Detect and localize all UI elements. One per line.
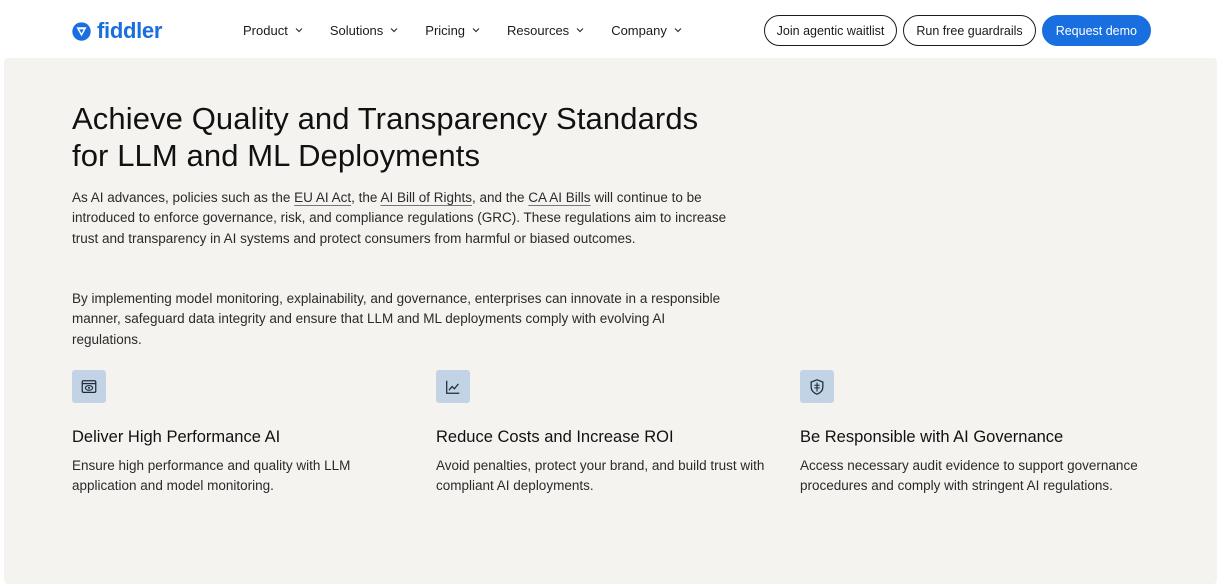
feature-description: Ensure high performance and quality with… xyxy=(72,458,351,494)
nav-company[interactable]: Company xyxy=(611,23,683,38)
top-navigation: fiddler Product Solutions Pricing Resour… xyxy=(0,0,1230,60)
shield-icon xyxy=(810,378,824,395)
nav-resources[interactable]: Resources xyxy=(507,23,585,38)
header-actions: Join agentic waitlist Run free guardrail… xyxy=(763,15,1151,46)
feature-ai-governance: Be Responsible with AI Governance Access… xyxy=(800,370,1145,497)
page-title-line-2: for LLM and ML Deployments xyxy=(72,138,481,173)
nav-company-label: Company xyxy=(611,22,667,38)
feature-description: Avoid penalties, protect your brand, and… xyxy=(436,458,765,494)
run-free-guardrails-button[interactable]: Run free guardrails xyxy=(903,15,1036,46)
intro-text-1: As AI advances, policies such as the xyxy=(72,190,295,205)
main-menu: Product Solutions Pricing Resources Comp… xyxy=(243,0,709,60)
page-title-line-1: Achieve Quality and Transparency Standar… xyxy=(72,101,699,136)
chevron-down-icon xyxy=(576,28,584,33)
secondary-paragraph: By implementing model monitoring, explai… xyxy=(72,291,721,347)
feature-title: Deliver High Performance AI xyxy=(72,428,281,446)
ai-bill-of-rights-link[interactable]: AI Bill of Rights xyxy=(380,190,472,205)
nav-product-label: Product xyxy=(243,22,288,38)
nav-solutions-label: Solutions xyxy=(329,22,384,38)
feature-icon-tile xyxy=(436,370,470,403)
feature-icon-tile xyxy=(72,370,106,403)
chevron-down-icon xyxy=(674,28,682,33)
chevron-down-icon xyxy=(472,28,480,33)
feature-title: Be Responsible with AI Governance xyxy=(800,428,1064,446)
feature-high-performance: Deliver High Performance AI Ensure high … xyxy=(72,370,417,497)
brand-name: fiddler xyxy=(97,18,163,43)
nav-product[interactable]: Product xyxy=(243,23,304,38)
page-title: Achieve Quality and Transparency Standar… xyxy=(72,100,752,174)
nav-pricing[interactable]: Pricing xyxy=(425,23,481,38)
intro-text-2: , the xyxy=(351,190,381,205)
chevron-down-icon xyxy=(390,28,398,33)
feature-title: Reduce Costs and Increase ROI xyxy=(436,428,674,446)
nav-resources-label: Resources xyxy=(507,22,570,38)
request-demo-button[interactable]: Request demo xyxy=(1041,15,1151,46)
join-agentic-waitlist-button[interactable]: Join agentic waitlist xyxy=(763,15,898,46)
monitor-eye-icon xyxy=(81,379,97,393)
chevron-down-icon xyxy=(295,28,303,33)
fiddler-logo-icon xyxy=(72,21,91,41)
feature-description: Access necessary audit evidence to suppo… xyxy=(800,458,1138,494)
brand-logo[interactable]: fiddler xyxy=(71,18,162,44)
trend-chart-icon xyxy=(446,380,460,394)
feature-reduce-costs: Reduce Costs and Increase ROI Avoid pena… xyxy=(436,370,781,497)
nav-pricing-label: Pricing xyxy=(425,22,466,38)
intro-text-3: , and the xyxy=(471,190,529,205)
feature-icon-tile xyxy=(800,370,834,403)
eu-ai-act-link[interactable]: EU AI Act xyxy=(294,190,351,205)
ca-ai-bills-link[interactable]: CA AI Bills xyxy=(528,190,590,205)
nav-solutions[interactable]: Solutions xyxy=(330,23,399,38)
intro-paragraph: As AI advances, policies such as the EU … xyxy=(72,188,732,249)
